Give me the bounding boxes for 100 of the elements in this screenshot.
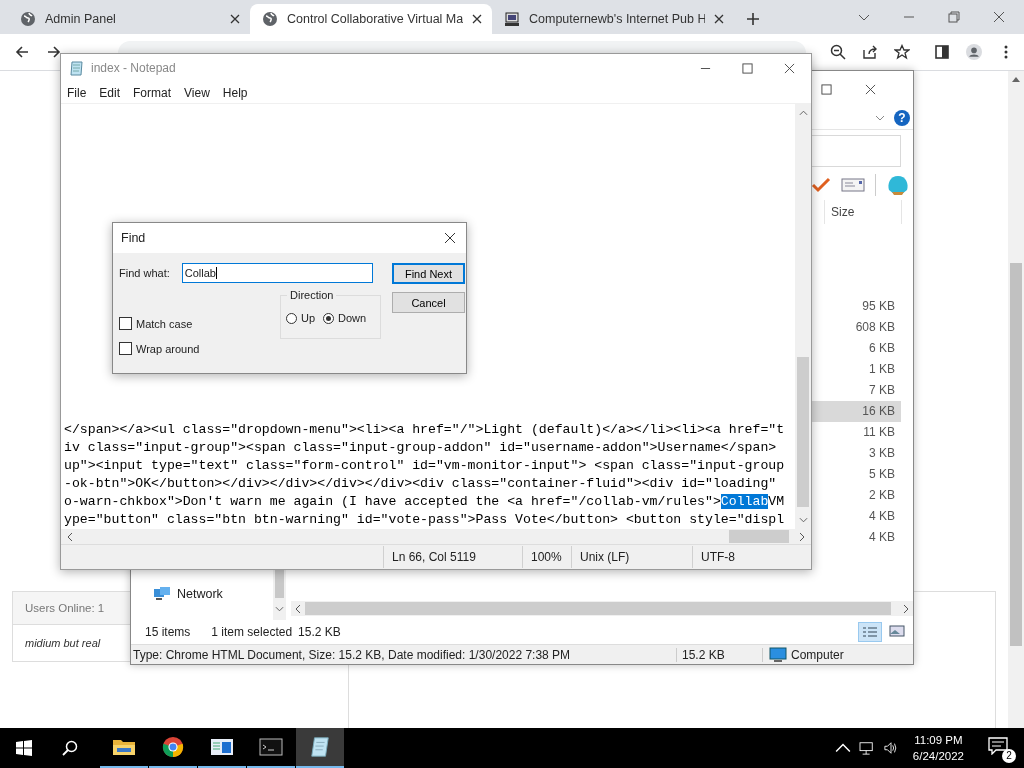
file-size[interactable]: 4 KB	[811, 506, 901, 527]
dialog-title: Find	[121, 231, 146, 245]
close-icon[interactable]	[784, 62, 795, 74]
clock-date[interactable]: 6/24/2022	[912, 748, 964, 764]
search-field[interactable]: Collab	[181, 263, 373, 283]
notifications-icon[interactable]	[988, 737, 1008, 755]
location-label: Computer	[791, 647, 844, 662]
file-size[interactable]: 2 KB	[811, 485, 901, 506]
close-icon[interactable]	[230, 14, 240, 24]
network-icon	[153, 586, 171, 603]
status-field: UTF-8	[692, 546, 781, 568]
menu-item[interactable]: Edit	[99, 85, 121, 100]
browser-tab[interactable]: Admin Panel	[8, 4, 250, 34]
scroll-up-icon[interactable]	[798, 110, 808, 116]
file-size[interactable]: 7 KB	[811, 380, 901, 401]
file-size-total: 15.2 KB	[677, 647, 763, 662]
scroll-right-icon[interactable]	[799, 531, 805, 542]
taskbar-app[interactable]	[296, 728, 344, 768]
scroll-up-icon[interactable]	[1012, 77, 1020, 82]
scroll-left-icon[interactable]	[295, 603, 301, 614]
close-icon[interactable]	[714, 14, 724, 24]
code-line: </span></a><ul class="dropdown-menu"><li><a href="/">Light (default)</a></li><li><a href="t	[64, 421, 786, 439]
close-icon[interactable]	[472, 14, 482, 24]
notification-count: 2	[1002, 749, 1016, 763]
chrome-icon	[161, 736, 185, 758]
radio-button[interactable]: Up	[286, 312, 316, 324]
file-size[interactable]: 1 KB	[811, 359, 901, 380]
close-icon[interactable]	[865, 83, 876, 95]
scroll-down-icon[interactable]	[798, 517, 808, 523]
file-size[interactable]: 6 KB	[811, 338, 901, 359]
radio-button[interactable]: Down	[323, 312, 367, 324]
menu-item[interactable]: File	[67, 85, 87, 100]
cancel-button[interactable]: Cancel	[392, 292, 465, 313]
scroll-thumb[interactable]	[729, 530, 789, 543]
browser-tab[interactable]: Control Collaborative Virtual Ma	[250, 4, 492, 34]
clock-time[interactable]: 11:09 PM	[914, 732, 963, 748]
file-size[interactable]: 5 KB	[811, 464, 901, 485]
file-size[interactable]: 16 KB	[811, 401, 901, 422]
scroll-thumb[interactable]	[1010, 263, 1022, 646]
file-size[interactable]: 3 KB	[811, 443, 901, 464]
checkbox[interactable]: Wrap around	[119, 342, 280, 355]
browser-tab[interactable]: Computernewb's Internet Pub H	[492, 4, 734, 34]
scroll-down-icon[interactable]	[275, 606, 284, 613]
window-title: index - Notepad	[91, 61, 176, 75]
checkmark-icon[interactable]	[811, 177, 831, 193]
scroll-left-icon[interactable]	[67, 531, 73, 542]
side-panel-icon[interactable]	[934, 44, 950, 60]
item-count: 15 items	[145, 625, 191, 640]
file-size[interactable]: 608 KB	[811, 317, 901, 338]
group-label: Direction	[287, 289, 337, 301]
restore-icon[interactable]	[947, 10, 961, 24]
scroll-thumb[interactable]	[797, 357, 809, 507]
checkbox[interactable]: Match case	[119, 317, 280, 330]
close-icon[interactable]	[992, 10, 1006, 24]
plus-icon[interactable]	[746, 12, 760, 26]
maximize-icon[interactable]	[821, 83, 832, 95]
monitor-icon	[769, 646, 787, 663]
windows-logo-icon[interactable]	[16, 740, 32, 756]
scroll-thumb[interactable]	[305, 602, 891, 616]
profile-icon[interactable]	[966, 44, 982, 60]
menu-item[interactable]: Help	[222, 85, 248, 100]
window-icon	[210, 736, 234, 758]
network-icon[interactable]	[858, 741, 875, 755]
file-size[interactable]: 11 KB	[811, 422, 901, 443]
scroll-right-icon[interactable]	[903, 603, 909, 614]
user-name: midium but real	[24, 636, 102, 651]
forward-icon[interactable]	[46, 44, 62, 60]
terminal-icon	[259, 736, 283, 758]
chevron-up-icon[interactable]	[834, 741, 851, 755]
code-line: iv class="input-group"><span class="input-group-addon" id="username-addon">Username</span>	[64, 439, 778, 457]
selection-info: 1 item selected	[211, 625, 293, 640]
code-line: up"><input type="text" class="form-control" id="vm-monitor-input"> <span class="input-group	[64, 457, 786, 475]
column-header[interactable]: Size	[824, 200, 902, 224]
share-icon[interactable]	[862, 44, 878, 60]
file-size[interactable]: 4 KB	[811, 527, 901, 548]
help-button[interactable]: ?	[894, 110, 910, 126]
envelope-icon[interactable]	[841, 177, 865, 193]
details-view-icon[interactable]	[858, 622, 882, 643]
file-size[interactable]: 95 KB	[811, 296, 901, 317]
selection-size: 15.2 KB	[298, 625, 341, 640]
code-line: ype="button" class="btn btn-warning" id="vote-pass">Pass Vote</button> <button style="displ	[64, 511, 786, 529]
close-icon[interactable]	[444, 232, 456, 244]
status-field: Unix (LF)	[571, 546, 692, 568]
code-line: -ok-btn">OK</button></div></div></div></div><div class="container-fluid"><div id="loading"	[64, 475, 778, 493]
scroll-thumb[interactable]	[275, 568, 284, 599]
file-details: Type: Chrome HTML Document, Size: 15.2 KB, Date modified: 1/30/2022 7:38 PM	[131, 647, 677, 662]
status-field: 100%	[522, 546, 571, 568]
field-label: Find what:	[119, 267, 170, 279]
zoom-out-icon[interactable]	[830, 44, 846, 60]
status-field: Ln 66, Col 5119	[383, 546, 522, 568]
menu-item[interactable]: View	[184, 85, 210, 100]
menu-item[interactable]: Format	[133, 85, 172, 100]
find-next-button[interactable]: Find Next	[392, 263, 465, 284]
speaker-icon[interactable]	[882, 741, 899, 755]
nav-item[interactable]: Network	[131, 568, 223, 604]
back-icon[interactable]	[14, 44, 30, 60]
shell-icon[interactable]	[886, 174, 910, 196]
maximize-icon[interactable]	[742, 62, 753, 74]
search-icon[interactable]	[62, 740, 78, 756]
star-icon[interactable]	[894, 44, 910, 60]
